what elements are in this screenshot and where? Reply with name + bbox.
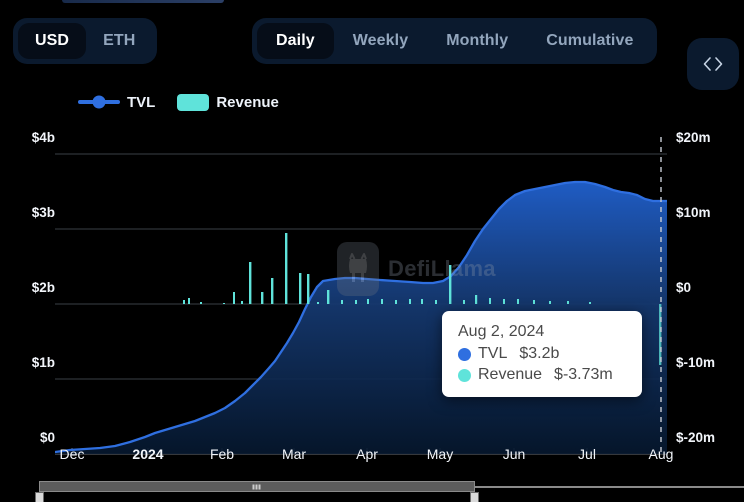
chart-area[interactable]: $4b $3b $2b $1b $0 $20m $10m $0 $-10m $-… (0, 120, 744, 462)
y-right-tick-0: $20m (676, 130, 711, 145)
y-left-tick-3: $1b (31, 355, 55, 370)
y-left-tick-0: $4b (31, 130, 55, 145)
legend-label-tvl: TVL (127, 93, 156, 111)
y-left-tick-2: $2b (31, 280, 55, 295)
tvl-dot-icon (458, 347, 471, 361)
chart-tooltip: Aug 2, 2024 TVL $3.2b Revenue $-3.73m (442, 311, 642, 397)
x-tick-label-apr: Apr (356, 446, 378, 462)
currency-toggle[interactable]: USD ETH (13, 18, 158, 64)
x-tick-label-dec: Dec (59, 446, 85, 462)
tab-daily[interactable]: Daily (257, 23, 334, 59)
tooltip-name-revenue: Revenue (478, 366, 543, 383)
tooltip-value-tvl: $3.2b (519, 345, 560, 362)
y-left-tick-1: $3b (31, 205, 55, 220)
x-tick-label-mar: Mar (281, 446, 307, 462)
range-slider-handle-right[interactable] (470, 492, 479, 502)
currency-option-usd[interactable]: USD (18, 23, 87, 59)
code-brackets-icon (701, 55, 725, 73)
tooltip-date: Aug 2, 2024 (458, 323, 545, 340)
legend-item-revenue[interactable]: Revenue (177, 93, 279, 111)
currency-option-eth[interactable]: ETH (86, 23, 152, 59)
tab-cumulative[interactable]: Cumulative (527, 23, 652, 59)
range-slider-handle-left[interactable] (35, 492, 44, 502)
plot-canvas[interactable] (55, 137, 667, 457)
tooltip-row-revenue: Revenue $-3.73m (458, 366, 626, 384)
tvl-line-marker-icon (78, 100, 120, 104)
y-left-tick-4: $0 (39, 430, 55, 445)
interval-tabs[interactable]: Daily Weekly Monthly Cumulative (252, 18, 658, 64)
x-tick-label-feb: Feb (209, 446, 235, 462)
range-slider-grip-icon[interactable] (252, 484, 262, 489)
tab-monthly[interactable]: Monthly (427, 23, 527, 59)
range-slider-tail (475, 486, 744, 488)
revenue-bar-marker-icon (177, 93, 210, 111)
chart-legend: TVL Revenue (78, 90, 279, 114)
tab-weekly[interactable]: Weekly (334, 23, 427, 59)
x-tick-label-may: May (426, 446, 454, 462)
range-slider-track[interactable] (39, 481, 475, 492)
y-right-tick-2: $0 (676, 280, 692, 295)
tooltip-name-tvl: TVL (478, 345, 508, 362)
chart-toolbar: USD ETH Daily Weekly Monthly Cumulative (0, 18, 744, 90)
chart-range-slider[interactable] (35, 481, 479, 502)
top-accent-bar (62, 0, 224, 3)
y-right-tick-3: $-10m (676, 355, 716, 370)
x-tick-label-2024: 2024 (132, 446, 164, 462)
x-tick-label-jul: Jul (578, 446, 596, 462)
tooltip-row-tvl: TVL $3.2b (458, 345, 626, 363)
x-tick-label-aug: Aug (648, 446, 674, 462)
legend-label-revenue: Revenue (216, 93, 279, 111)
legend-item-tvl[interactable]: TVL (78, 94, 155, 111)
y-right-tick-1: $10m (676, 205, 711, 220)
embed-code-button[interactable] (687, 38, 739, 90)
revenue-dot-icon (458, 368, 471, 382)
y-right-tick-4: $-20m (676, 430, 716, 445)
x-tick-label-jun: Jun (502, 446, 526, 462)
tooltip-value-revenue: $-3.73m (554, 366, 613, 383)
